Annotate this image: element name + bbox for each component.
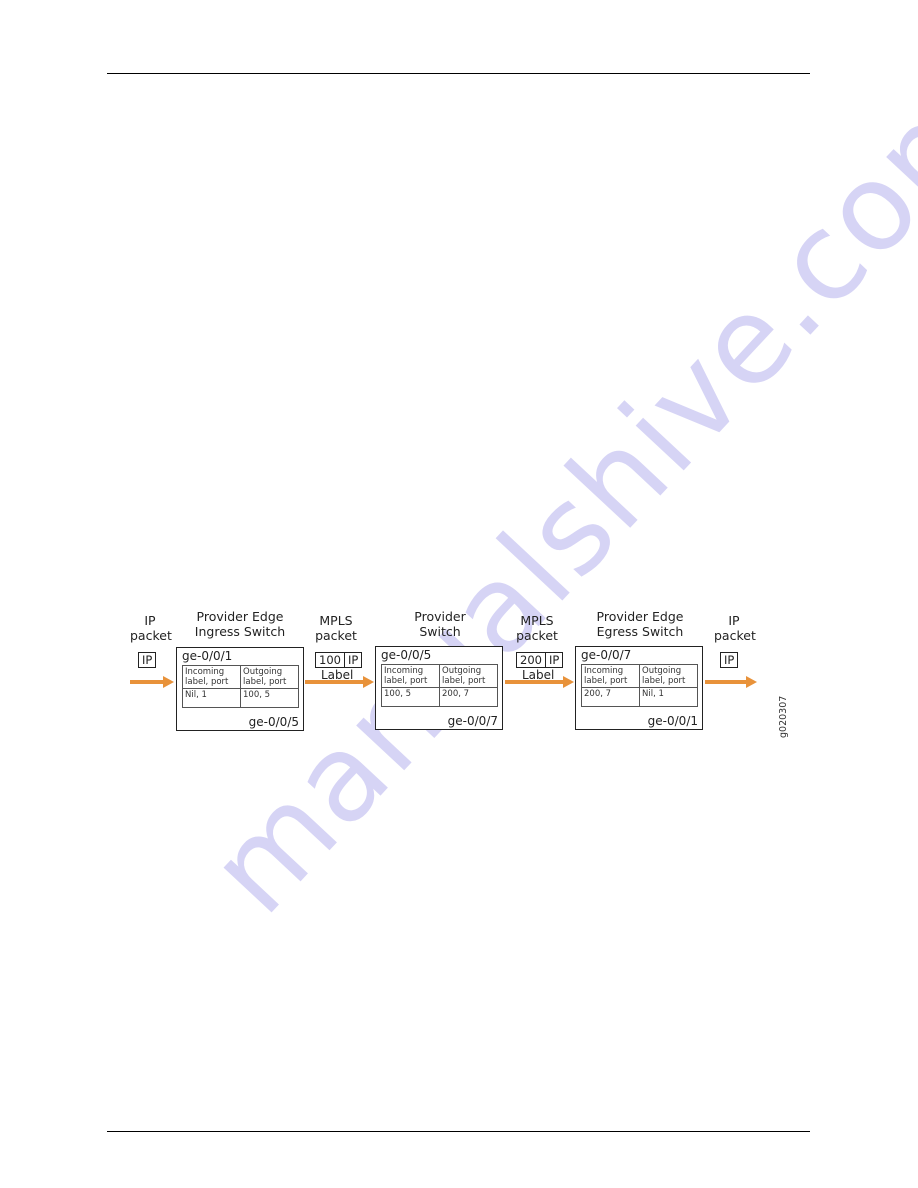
header-incoming: Incoming label, port (381, 664, 440, 688)
cell-incoming: 200, 7 (581, 687, 640, 707)
provider-switch: ge-0/0/5 Incoming label, port Outgoing l… (375, 646, 503, 730)
cell-outgoing: 200, 7 (439, 687, 498, 707)
caption-line-2: packet (315, 628, 357, 643)
header-outgoing: Outgoing label, port (639, 664, 698, 688)
caption-line-1: IP (144, 613, 156, 628)
table-header-row: Incoming label, port Outgoing label, por… (381, 664, 498, 688)
header-incoming: Incoming label, port (182, 665, 241, 689)
packet-payload: IP (142, 653, 153, 667)
in-port-label: ge-0/0/5 (381, 648, 432, 662)
flow-arrow-4 (705, 676, 757, 688)
caption-line-2: Ingress Switch (194, 624, 286, 639)
in-port-label: ge-0/0/1 (182, 649, 233, 663)
mpls-packet-1: 100 IP (315, 652, 363, 668)
mpls-label-switching-diagram: IP packet IP Provider Edge Ingress Switc… (0, 0, 918, 1188)
header-outgoing: Outgoing label, port (439, 664, 498, 688)
cell-incoming: 100, 5 (381, 687, 440, 707)
ingress-switch: ge-0/0/1 Incoming label, port Outgoing l… (176, 647, 304, 731)
out-port-label: ge-0/0/1 (647, 714, 698, 728)
header-incoming: Incoming label, port (581, 664, 640, 688)
mpls-label-value: 100 (316, 653, 345, 667)
header-outgoing: Outgoing label, port (240, 665, 299, 689)
caption-line-1: IP (728, 613, 740, 628)
caption-line-1: MPLS (319, 613, 353, 628)
label-table: Incoming label, port Outgoing label, por… (182, 665, 299, 708)
caption-line-2: Switch (419, 624, 461, 639)
outgoing-ip-packet: IP (720, 652, 739, 668)
out-port-label: ge-0/0/7 (447, 714, 498, 728)
provider-switch-caption: Provider Switch (395, 609, 485, 639)
figure-id: g020307 (778, 695, 789, 738)
table-row: 200, 7 Nil, 1 (581, 687, 698, 707)
label-table: Incoming label, port Outgoing label, por… (581, 664, 698, 707)
label-table: Incoming label, port Outgoing label, por… (381, 664, 498, 707)
table-row: 100, 5 200, 7 (381, 687, 498, 707)
caption-line-1: Provider Edge (196, 609, 284, 624)
caption-line-1: Provider Edge (596, 609, 684, 624)
table-row: Nil, 1 100, 5 (182, 688, 299, 708)
in-port-label: ge-0/0/7 (581, 648, 632, 662)
egress-switch-caption: Provider Edge Egress Switch (580, 609, 700, 639)
mpls-packet-caption-2: MPLS packet (514, 613, 560, 643)
caption-line-2: packet (714, 628, 756, 643)
mpls-packet-caption-1: MPLS packet (313, 613, 359, 643)
incoming-ip-packet-caption: IP packet (130, 613, 172, 643)
packet-payload: IP (347, 653, 359, 667)
cell-outgoing: Nil, 1 (639, 687, 698, 707)
caption-line-1: Provider (414, 609, 466, 624)
table-header-row: Incoming label, port Outgoing label, por… (581, 664, 698, 688)
caption-line-2: packet (130, 628, 172, 643)
cell-incoming: Nil, 1 (182, 688, 241, 708)
flow-arrow-1 (130, 676, 174, 688)
table-header-row: Incoming label, port Outgoing label, por… (182, 665, 299, 689)
caption-line-2: packet (516, 628, 558, 643)
outgoing-ip-packet-caption: IP packet (714, 613, 756, 643)
flow-arrow-2 (305, 676, 374, 688)
caption-line-2: Egress Switch (596, 624, 684, 639)
ingress-switch-caption: Provider Edge Ingress Switch (180, 609, 300, 639)
cell-outgoing: 100, 5 (240, 688, 299, 708)
incoming-ip-packet: IP (138, 652, 157, 668)
flow-arrow-3 (505, 676, 574, 688)
packet-payload: IP (724, 653, 735, 667)
out-port-label: ge-0/0/5 (248, 715, 299, 729)
mpls-packet-2: 200 IP (516, 652, 564, 668)
egress-switch: ge-0/0/7 Incoming label, port Outgoing l… (575, 646, 703, 730)
packet-payload: IP (548, 653, 560, 667)
mpls-label-value: 200 (517, 653, 546, 667)
caption-line-1: MPLS (520, 613, 554, 628)
